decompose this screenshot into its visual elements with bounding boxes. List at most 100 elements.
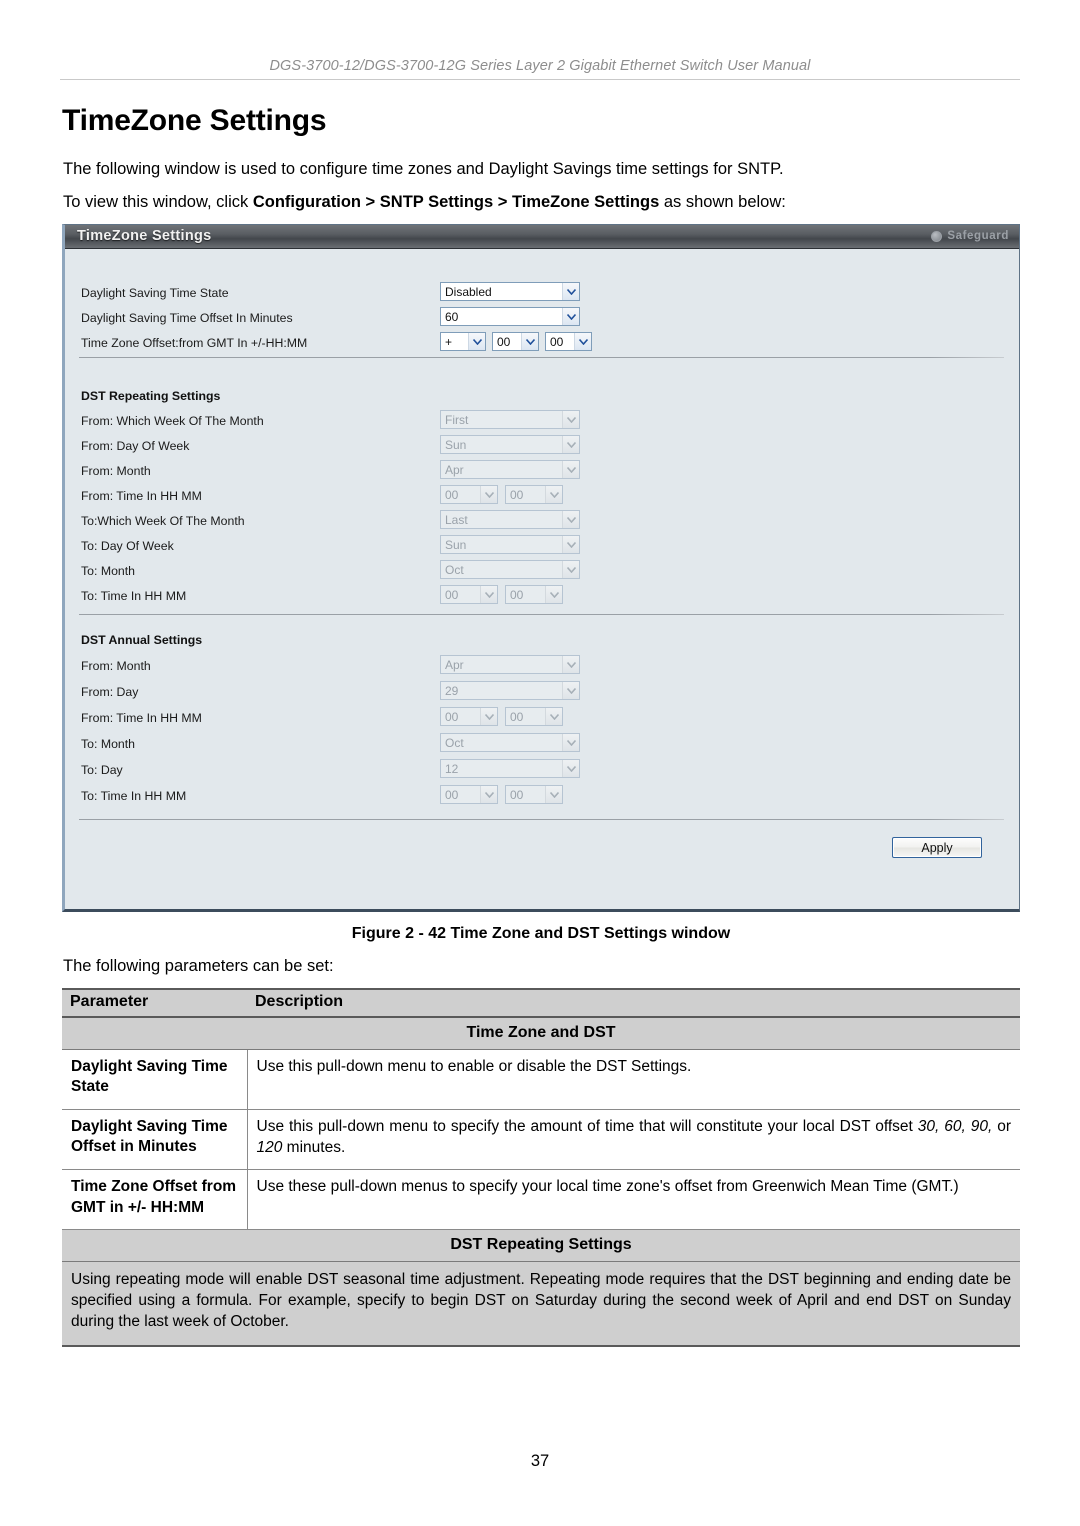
page-number: 37 bbox=[530, 1452, 550, 1470]
label-rep-to-day: To: Day Of Week bbox=[81, 539, 174, 553]
timezone-sign-value: + bbox=[445, 334, 453, 349]
row-rep-to-week: To:Which Week Of The Month bbox=[81, 512, 245, 530]
intro-2-suffix: as shown below: bbox=[659, 193, 786, 211]
rep-from-time-mm-select[interactable]: 00 bbox=[505, 485, 563, 504]
ann-from-time-hh-value: 00 bbox=[445, 709, 459, 724]
table-section-time-zone-and-dst: Time Zone and DST bbox=[62, 1016, 1020, 1050]
document-page: DGS-3700-12/DGS-3700-12G Series Layer 2 … bbox=[0, 0, 1080, 1526]
chevron-down-icon[interactable] bbox=[562, 656, 579, 673]
header-rule bbox=[60, 79, 1020, 80]
label-ann-from-month: From: Month bbox=[81, 659, 151, 673]
label-rep-to-week: To:Which Week Of The Month bbox=[81, 514, 245, 528]
rep-to-week-select[interactable]: Last bbox=[440, 510, 580, 529]
desc-daylight-saving-time-state: Use this pull-down menu to enable or dis… bbox=[247, 1049, 1020, 1110]
chevron-down-icon[interactable] bbox=[545, 586, 562, 603]
chevron-down-icon[interactable] bbox=[562, 682, 579, 699]
chevron-down-icon[interactable] bbox=[562, 436, 579, 453]
row-rep-from-time: From: Time In HH MM bbox=[81, 487, 202, 505]
divider-1 bbox=[79, 357, 1004, 358]
rep-to-month-select[interactable]: Oct bbox=[440, 560, 580, 579]
after-figure-text: The following parameters can be set: bbox=[63, 957, 334, 975]
chevron-down-icon[interactable] bbox=[521, 333, 538, 350]
chevron-down-icon[interactable] bbox=[480, 708, 497, 725]
rep-from-week-select[interactable]: First bbox=[440, 410, 580, 429]
chevron-down-icon[interactable] bbox=[562, 734, 579, 751]
chevron-down-icon[interactable] bbox=[480, 786, 497, 803]
timezone-minutes-select[interactable]: 00 bbox=[545, 332, 592, 351]
section-label-dst-repeating: DST Repeating Settings bbox=[62, 1229, 1020, 1263]
chevron-down-icon[interactable] bbox=[574, 333, 591, 350]
timezone-hours-select[interactable]: 00 bbox=[492, 332, 539, 351]
apply-button[interactable]: Apply bbox=[892, 837, 982, 858]
ann-from-day-select[interactable]: 29 bbox=[440, 681, 580, 700]
chevron-down-icon[interactable] bbox=[545, 486, 562, 503]
row-ann-to-time: To: Time In HH MM bbox=[81, 787, 186, 805]
timezone-sign-select[interactable]: + bbox=[440, 332, 486, 351]
dst-state-value: Disabled bbox=[445, 284, 492, 299]
chevron-down-icon[interactable] bbox=[480, 486, 497, 503]
label-ann-to-time: To: Time In HH MM bbox=[81, 789, 187, 803]
row-rep-from-day: From: Day Of Week bbox=[81, 437, 189, 455]
page-title: TimeZone Settings bbox=[62, 104, 327, 137]
section-title-dst-annual: DST Annual Settings bbox=[81, 633, 203, 647]
label-timezone-offset: Time Zone Offset:from GMT In +/-HH:MM bbox=[81, 336, 308, 350]
row-rep-to-day: To: Day Of Week bbox=[81, 537, 174, 555]
timezone-settings-window: TimeZone Settings Safeguard Daylight Sav… bbox=[62, 224, 1020, 912]
running-header-text: DGS-3700-12/DGS-3700-12G Series Layer 2 … bbox=[269, 58, 811, 74]
chevron-down-icon[interactable] bbox=[545, 708, 562, 725]
row-dst-offset-minutes: Daylight Saving Time Offset In Minutes bbox=[81, 309, 293, 327]
desc-daylight-saving-time-offset: Use this pull-down menu to specify the a… bbox=[247, 1109, 1020, 1171]
dst-state-select[interactable]: Disabled bbox=[440, 282, 580, 301]
chevron-down-icon[interactable] bbox=[562, 461, 579, 478]
desc-italic-values: 30, 60, 90, bbox=[917, 1117, 993, 1135]
label-rep-from-time: From: Time In HH MM bbox=[81, 489, 202, 503]
rep-from-month-select[interactable]: Apr bbox=[440, 460, 580, 479]
ann-to-day-select[interactable]: 12 bbox=[440, 759, 580, 778]
dst-offset-minutes-select[interactable]: 60 bbox=[440, 307, 580, 326]
intro-2-menu-path: Configuration > SNTP Settings > TimeZone… bbox=[252, 193, 660, 211]
rep-from-time-hh-select[interactable]: 00 bbox=[440, 485, 498, 504]
ann-to-time-mm-value: 00 bbox=[510, 787, 524, 802]
row-ann-from-day: From: Day bbox=[81, 683, 138, 701]
rep-to-day-value: Sun bbox=[445, 537, 467, 552]
chevron-down-icon[interactable] bbox=[562, 511, 579, 528]
ann-to-time-mm-select[interactable]: 00 bbox=[505, 785, 563, 804]
rep-to-time-mm-select[interactable]: 00 bbox=[505, 585, 563, 604]
row-ann-to-day: To: Day bbox=[81, 761, 123, 779]
safeguard-indicator[interactable]: Safeguard bbox=[931, 230, 1009, 242]
ann-from-day-value: 29 bbox=[445, 683, 459, 698]
row-timezone-offset: Time Zone Offset:from GMT In +/-HH:MM bbox=[81, 334, 307, 352]
rep-to-time-hh-select[interactable]: 00 bbox=[440, 585, 498, 604]
desc-part-1: Use this pull-down menu to specify the a… bbox=[256, 1117, 918, 1135]
table-note-row: Using repeating mode will enable DST sea… bbox=[62, 1261, 1020, 1348]
chevron-down-icon[interactable] bbox=[562, 536, 579, 553]
ann-to-time-hh-select[interactable]: 00 bbox=[440, 785, 498, 804]
row-ann-to-month: To: Month bbox=[81, 735, 135, 753]
parameters-table: Parameter Description Time Zone and DST … bbox=[62, 988, 1020, 1348]
column-header-description: Description bbox=[247, 988, 1020, 1018]
chevron-down-icon[interactable] bbox=[562, 760, 579, 777]
ann-to-month-select[interactable]: Oct bbox=[440, 733, 580, 752]
ann-from-time-hh-select[interactable]: 00 bbox=[440, 707, 498, 726]
rep-from-week-value: First bbox=[445, 412, 469, 427]
rep-to-day-select[interactable]: Sun bbox=[440, 535, 580, 554]
column-header-parameter: Parameter bbox=[62, 988, 247, 1018]
window-title: TimeZone Settings bbox=[77, 228, 212, 244]
chevron-down-icon[interactable] bbox=[562, 561, 579, 578]
chevron-down-icon[interactable] bbox=[468, 333, 485, 350]
label-ann-to-day: To: Day bbox=[81, 763, 123, 777]
chevron-down-icon[interactable] bbox=[545, 786, 562, 803]
row-ann-from-time: From: Time In HH MM bbox=[81, 709, 202, 727]
row-ann-from-month: From: Month bbox=[81, 657, 151, 675]
section-title-dst-repeating: DST Repeating Settings bbox=[81, 389, 221, 403]
chevron-down-icon[interactable] bbox=[480, 586, 497, 603]
chevron-down-icon[interactable] bbox=[562, 411, 579, 428]
intro-paragraph-1: The following window is used to configur… bbox=[63, 160, 784, 178]
chevron-down-icon[interactable] bbox=[562, 283, 579, 300]
rep-from-day-select[interactable]: Sun bbox=[440, 435, 580, 454]
chevron-down-icon[interactable] bbox=[562, 308, 579, 325]
row-rep-from-week: From: Which Week Of The Month bbox=[81, 412, 264, 430]
ann-from-month-select[interactable]: Apr bbox=[440, 655, 580, 674]
label-ann-from-day: From: Day bbox=[81, 685, 139, 699]
ann-from-time-mm-select[interactable]: 00 bbox=[505, 707, 563, 726]
